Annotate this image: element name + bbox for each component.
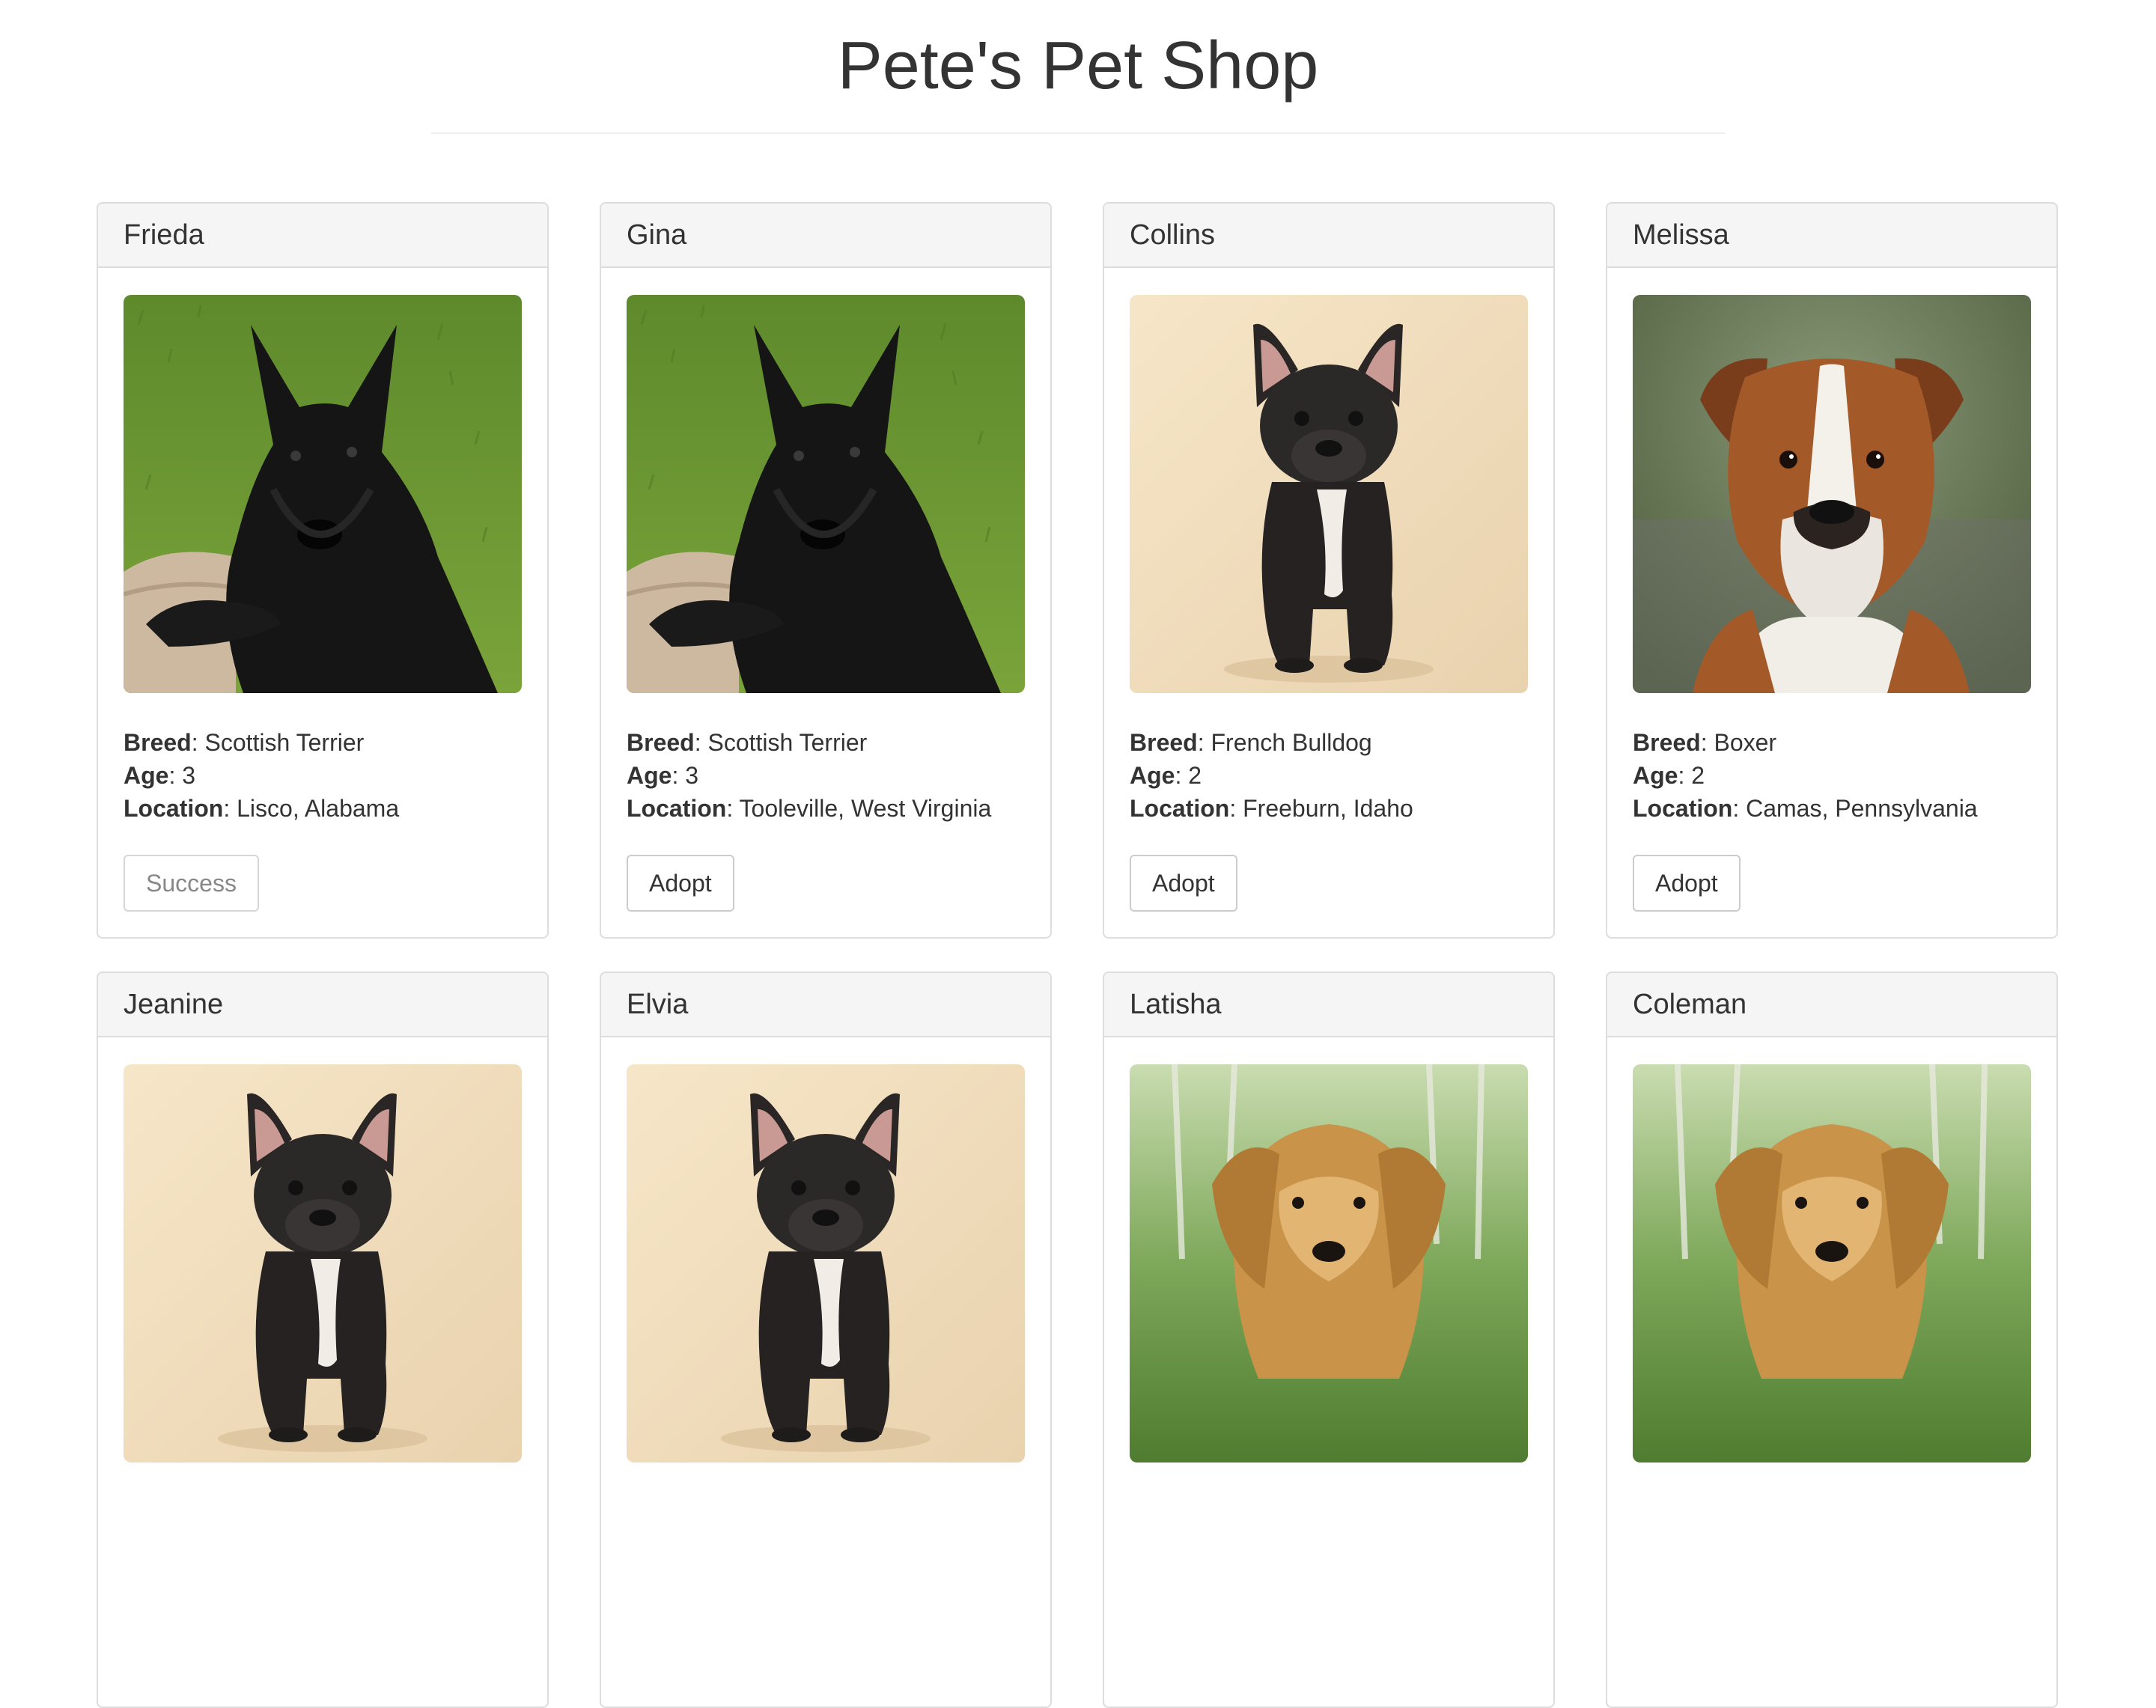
pet-name: Melissa: [1633, 219, 1729, 251]
page-header: Pete's Pet Shop: [0, 0, 2156, 135]
breed-value: Scottish Terrier: [707, 729, 868, 756]
breed-row: Breed: Boxer: [1633, 729, 1777, 756]
breed-label: Breed: [1130, 729, 1198, 756]
pet-card-body: [98, 1037, 547, 1463]
french-bulldog-photo: [124, 1064, 522, 1463]
pet-info: Breed: Scottish Terrier Age: 3 Location:…: [124, 726, 522, 825]
breed-label: Breed: [1633, 729, 1701, 756]
age-value: 3: [685, 762, 699, 789]
age-row: Age: 3: [627, 762, 699, 789]
breed-value: Scottish Terrier: [204, 729, 365, 756]
pet-card: Frieda Breed: Scottish Terrier Age: 3 Lo…: [97, 202, 549, 939]
age-label: Age: [1130, 762, 1175, 789]
location-label: Location: [1130, 795, 1230, 822]
breed-value: French Bulldog: [1211, 729, 1372, 756]
breed-value: Boxer: [1714, 729, 1777, 756]
breed-label: Breed: [627, 729, 695, 756]
age-row: Age: 2: [1130, 762, 1202, 789]
adopt-button[interactable]: Success: [124, 855, 259, 912]
location-row: Location: Freeburn, Idaho: [1130, 795, 1413, 822]
pet-name: Jeanine: [124, 989, 224, 1020]
age-value: 3: [182, 762, 196, 789]
pet-card-header: Frieda: [98, 204, 547, 268]
pet-card: Coleman: [1606, 972, 2058, 1708]
location-label: Location: [627, 795, 727, 822]
age-value: 2: [1691, 762, 1705, 789]
pet-info: Breed: French Bulldog Age: 2 Location: F…: [1130, 726, 1528, 825]
location-value: Freeburn, Idaho: [1243, 795, 1413, 822]
pet-card-header: Coleman: [1607, 973, 2056, 1037]
pet-card-header: Gina: [601, 204, 1050, 268]
pet-card-body: Breed: French Bulldog Age: 2 Location: F…: [1104, 268, 1553, 912]
golden-retriever-photo: [1633, 1064, 2031, 1463]
location-label: Location: [124, 795, 224, 822]
pet-card: Melissa Breed: Boxer Age: 2 Location: Ca…: [1606, 202, 2058, 939]
pet-card: Gina Breed: Scottish Terrier Age: 3 Loca…: [600, 202, 1052, 939]
age-row: Age: 3: [124, 762, 196, 789]
pet-card: Jeanine: [97, 972, 549, 1708]
scottish-terrier-photo: [124, 295, 522, 693]
location-label: Location: [1633, 795, 1733, 822]
pet-card-body: Breed: Scottish Terrier Age: 3 Location:…: [98, 268, 547, 912]
pet-card-body: [1607, 1037, 2056, 1463]
pet-grid: Frieda Breed: Scottish Terrier Age: 3 Lo…: [97, 202, 2059, 1708]
location-row: Location: Tooleville, West Virginia: [627, 795, 992, 822]
location-row: Location: Lisco, Alabama: [124, 795, 400, 822]
location-value: Lisco, Alabama: [237, 795, 400, 822]
age-label: Age: [124, 762, 169, 789]
pet-card-body: Breed: Boxer Age: 2 Location: Camas, Pen…: [1607, 268, 2056, 912]
pet-card-header: Collins: [1104, 204, 1553, 268]
breed-row: Breed: Scottish Terrier: [124, 729, 365, 756]
breed-label: Breed: [124, 729, 192, 756]
french-bulldog-photo: [627, 1064, 1025, 1463]
pet-card-header: Jeanine: [98, 973, 547, 1037]
pet-name: Latisha: [1130, 989, 1222, 1020]
age-value: 2: [1188, 762, 1202, 789]
pet-name: Coleman: [1633, 989, 1747, 1020]
pet-card-header: Latisha: [1104, 973, 1553, 1037]
age-label: Age: [627, 762, 672, 789]
pet-card-body: [601, 1037, 1050, 1463]
adopt-button[interactable]: Adopt: [627, 855, 734, 912]
adopt-button[interactable]: Adopt: [1633, 855, 1741, 912]
age-row: Age: 2: [1633, 762, 1705, 789]
location-value: Camas, Pennsylvania: [1746, 795, 1978, 822]
pet-name: Gina: [627, 219, 687, 251]
page-title: Pete's Pet Shop: [837, 28, 1319, 103]
pet-card: Collins Breed: French Bulldog Age: 2 Loc…: [1103, 202, 1555, 939]
scottish-terrier-photo: [627, 295, 1025, 693]
pet-info: Breed: Scottish Terrier Age: 3 Location:…: [627, 726, 1025, 825]
pet-card-header: Elvia: [601, 973, 1050, 1037]
adopt-button[interactable]: Adopt: [1130, 855, 1237, 912]
location-value: Tooleville, West Virginia: [739, 795, 992, 822]
pet-card-header: Melissa: [1607, 204, 2056, 268]
pet-name: Frieda: [124, 219, 204, 251]
pet-card: Elvia: [600, 972, 1052, 1708]
location-row: Location: Camas, Pennsylvania: [1633, 795, 1978, 822]
age-label: Age: [1633, 762, 1678, 789]
golden-retriever-photo: [1130, 1064, 1528, 1463]
pet-card: Latisha: [1103, 972, 1555, 1708]
pet-card-body: [1104, 1037, 1553, 1463]
pet-card-body: Breed: Scottish Terrier Age: 3 Location:…: [601, 268, 1050, 912]
french-bulldog-photo: [1130, 295, 1528, 693]
pet-name: Elvia: [627, 989, 689, 1020]
breed-row: Breed: Scottish Terrier: [627, 729, 868, 756]
pet-name: Collins: [1130, 219, 1216, 251]
pet-info: Breed: Boxer Age: 2 Location: Camas, Pen…: [1633, 726, 2031, 825]
breed-row: Breed: French Bulldog: [1130, 729, 1372, 756]
header-divider: [431, 132, 1725, 134]
boxer-photo: [1633, 295, 2031, 693]
